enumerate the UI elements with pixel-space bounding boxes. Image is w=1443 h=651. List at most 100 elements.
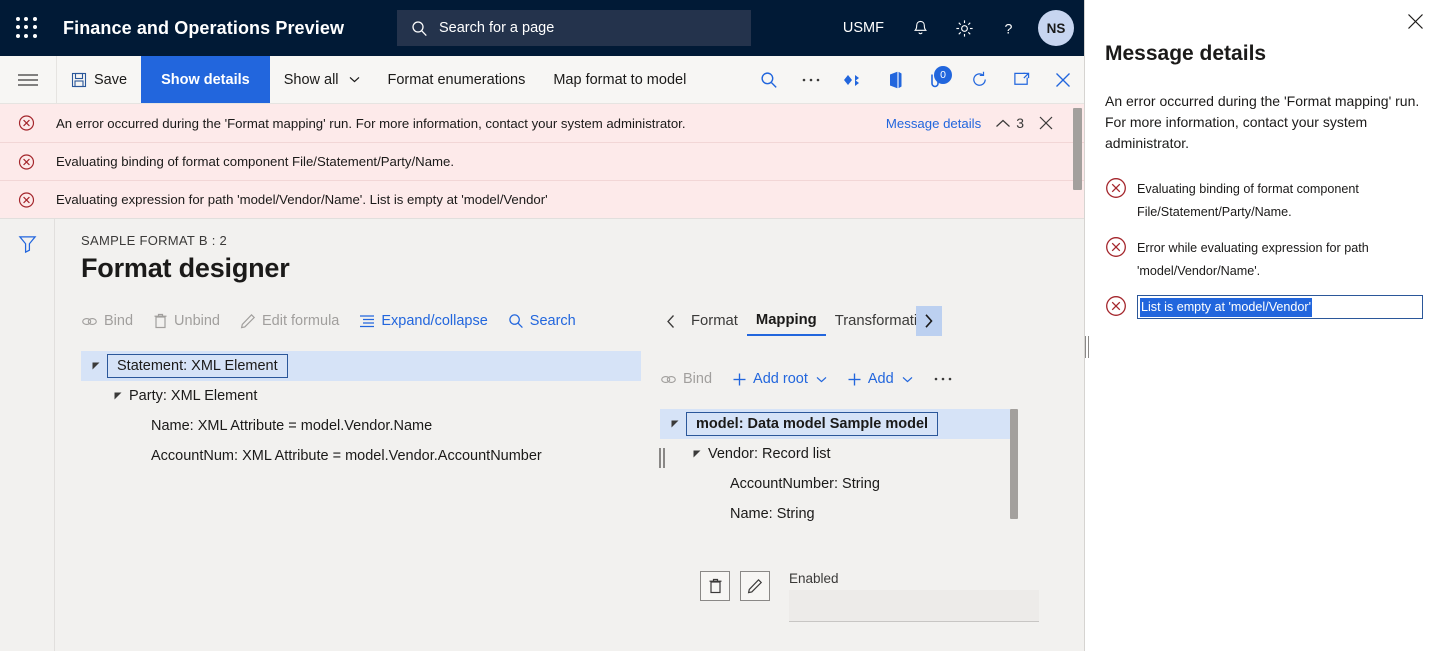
close-icon[interactable]: [1042, 56, 1084, 103]
page-title: Format designer: [81, 253, 290, 283]
mapping-overflow-button[interactable]: [933, 376, 973, 382]
tree-node-label: Vendor: Record list: [708, 446, 831, 462]
save-disk-icon: [71, 72, 87, 88]
delete-button[interactable]: [700, 571, 730, 601]
chevron-right-icon[interactable]: [915, 306, 942, 336]
error-circle-icon: [18, 115, 35, 132]
tree-node-party[interactable]: Party: XML Element: [81, 381, 641, 411]
search-input[interactable]: Search for a page: [397, 10, 751, 46]
list-item-selected[interactable]: List is empty at 'model/Vendor': [1105, 295, 1423, 319]
unbind-label: Unbind: [174, 313, 220, 329]
expand-collapse-label: Expand/collapse: [381, 313, 488, 329]
bind-button[interactable]: Bind: [660, 371, 732, 387]
breadcrumb: SAMPLE FORMAT B : 2: [81, 233, 228, 248]
pane-splitter-handle[interactable]: [659, 448, 667, 468]
edit-button[interactable]: [740, 571, 770, 601]
help-icon[interactable]: ?: [986, 0, 1030, 56]
error-message-row[interactable]: Evaluating expression for path 'model/Ve…: [0, 180, 1084, 218]
mapping-pane: Format Mapping Transformations: [660, 306, 1018, 529]
show-details-button[interactable]: Show details: [141, 56, 270, 103]
list-item-text: Evaluating binding of format component F…: [1137, 182, 1359, 219]
tree-node-statement[interactable]: Statement: XML Element: [81, 351, 641, 381]
triangle-down-icon[interactable]: [107, 391, 129, 401]
tab-mapping[interactable]: Mapping: [746, 306, 826, 336]
unbind-button[interactable]: Unbind: [153, 313, 240, 329]
tree-node-accountnumber[interactable]: AccountNumber: String: [660, 469, 1010, 499]
pencil-icon: [240, 313, 256, 329]
tree-node-name[interactable]: Name: String: [660, 499, 1010, 529]
gear-icon[interactable]: [942, 0, 986, 56]
nav-pane-toggle[interactable]: [0, 56, 56, 103]
add-button[interactable]: Add: [847, 371, 933, 387]
office-icon[interactable]: [874, 56, 916, 103]
chevron-down-icon: [349, 76, 360, 83]
attachments-diamond-icon[interactable]: [832, 56, 874, 103]
bind-label: Bind: [683, 371, 713, 387]
application-window: Finance and Operations Preview Search fo…: [0, 0, 1443, 651]
detail-strip: Enabled: [700, 571, 1039, 622]
list-lines-icon: [359, 314, 375, 328]
tab-format[interactable]: Format: [682, 306, 747, 336]
app-brand-title: Finance and Operations Preview: [63, 17, 345, 38]
waffle-grid-icon[interactable]: [14, 15, 40, 41]
selected-text-field[interactable]: List is empty at 'model/Vendor': [1137, 295, 1423, 319]
search-icon[interactable]: [748, 56, 790, 103]
triangle-down-icon[interactable]: [686, 449, 708, 459]
company-selector[interactable]: USMF: [829, 0, 898, 56]
list-item[interactable]: Evaluating binding of format component F…: [1105, 177, 1423, 224]
close-icon[interactable]: [1038, 115, 1054, 131]
error-message-bar: An error occurred during the 'Format map…: [0, 104, 1084, 219]
format-enumerations-button[interactable]: Format enumerations: [374, 56, 540, 103]
map-format-to-model-button[interactable]: Map format to model: [539, 56, 700, 103]
filter-funnel-icon[interactable]: [17, 233, 38, 651]
open-in-new-window-icon[interactable]: [1000, 56, 1042, 103]
avatar[interactable]: NS: [1038, 10, 1074, 46]
tab-transformations[interactable]: Transformations: [826, 306, 916, 336]
chevron-left-icon[interactable]: [660, 314, 682, 329]
tree-node-label: Party: XML Element: [129, 388, 258, 404]
bind-button[interactable]: Bind: [81, 313, 153, 329]
ellipsis-icon: [933, 376, 953, 382]
edit-formula-button[interactable]: Edit formula: [240, 313, 359, 329]
search-button[interactable]: Search: [508, 313, 596, 329]
command-bar: Save Show details Show all Format enumer…: [56, 56, 1084, 103]
tree-node-name-attribute[interactable]: Name: XML Attribute = model.Vendor.Name: [81, 411, 641, 441]
refresh-icon[interactable]: [958, 56, 1000, 103]
error-message-row[interactable]: Evaluating binding of format component F…: [0, 142, 1084, 180]
message-details-flyout: Message details An error occurred during…: [1084, 0, 1443, 651]
list-item-text: Error while evaluating expression for pa…: [1137, 241, 1369, 278]
trash-icon: [708, 578, 723, 594]
show-all-button[interactable]: Show all: [270, 56, 374, 103]
error-message-row[interactable]: An error occurred during the 'Format map…: [0, 104, 1084, 142]
triangle-down-icon[interactable]: [664, 419, 686, 429]
triangle-down-icon[interactable]: [85, 361, 107, 371]
svg-text:?: ?: [1004, 21, 1012, 37]
add-root-button[interactable]: Add root: [732, 371, 847, 387]
tree-node-vendor[interactable]: Vendor: Record list: [660, 439, 1010, 469]
tree-node-label: Name: String: [730, 506, 815, 522]
ellipsis-icon[interactable]: [790, 56, 832, 103]
mapping-tree-scrollbar[interactable]: [1010, 409, 1018, 519]
bell-icon[interactable]: [898, 0, 942, 56]
tree-node-model[interactable]: model: Data model Sample model: [660, 409, 1010, 439]
error-message-text: Evaluating expression for path 'model/Ve…: [56, 192, 548, 207]
close-icon[interactable]: [1406, 12, 1425, 31]
message-collapse-toggle[interactable]: 3: [995, 115, 1024, 131]
pencil-icon: [747, 578, 763, 594]
command-bar-icons: 0: [748, 56, 1084, 103]
mapping-tabs: Format Mapping Transformations: [660, 306, 1010, 336]
search-icon: [508, 313, 524, 329]
error-circle-icon: [18, 191, 35, 208]
expand-collapse-button[interactable]: Expand/collapse: [359, 313, 507, 329]
add-label: Add: [867, 371, 894, 387]
save-button[interactable]: Save: [57, 56, 141, 103]
list-item[interactable]: Error while evaluating expression for pa…: [1105, 236, 1423, 283]
flyout-splitter-handle[interactable]: [1085, 336, 1089, 358]
tree-node-accountnum-attribute[interactable]: AccountNum: XML Attribute = model.Vendor…: [81, 441, 641, 471]
format-toolstrip: Bind Unbind Edit formula Expand/collapse…: [81, 306, 641, 336]
message-bar-scrollbar[interactable]: [1073, 108, 1082, 190]
error-message-text: An error occurred during the 'Format map…: [56, 115, 686, 131]
message-details-link[interactable]: Message details: [886, 116, 981, 131]
enabled-input[interactable]: [789, 590, 1039, 622]
attachment-icon[interactable]: 0: [916, 56, 958, 103]
